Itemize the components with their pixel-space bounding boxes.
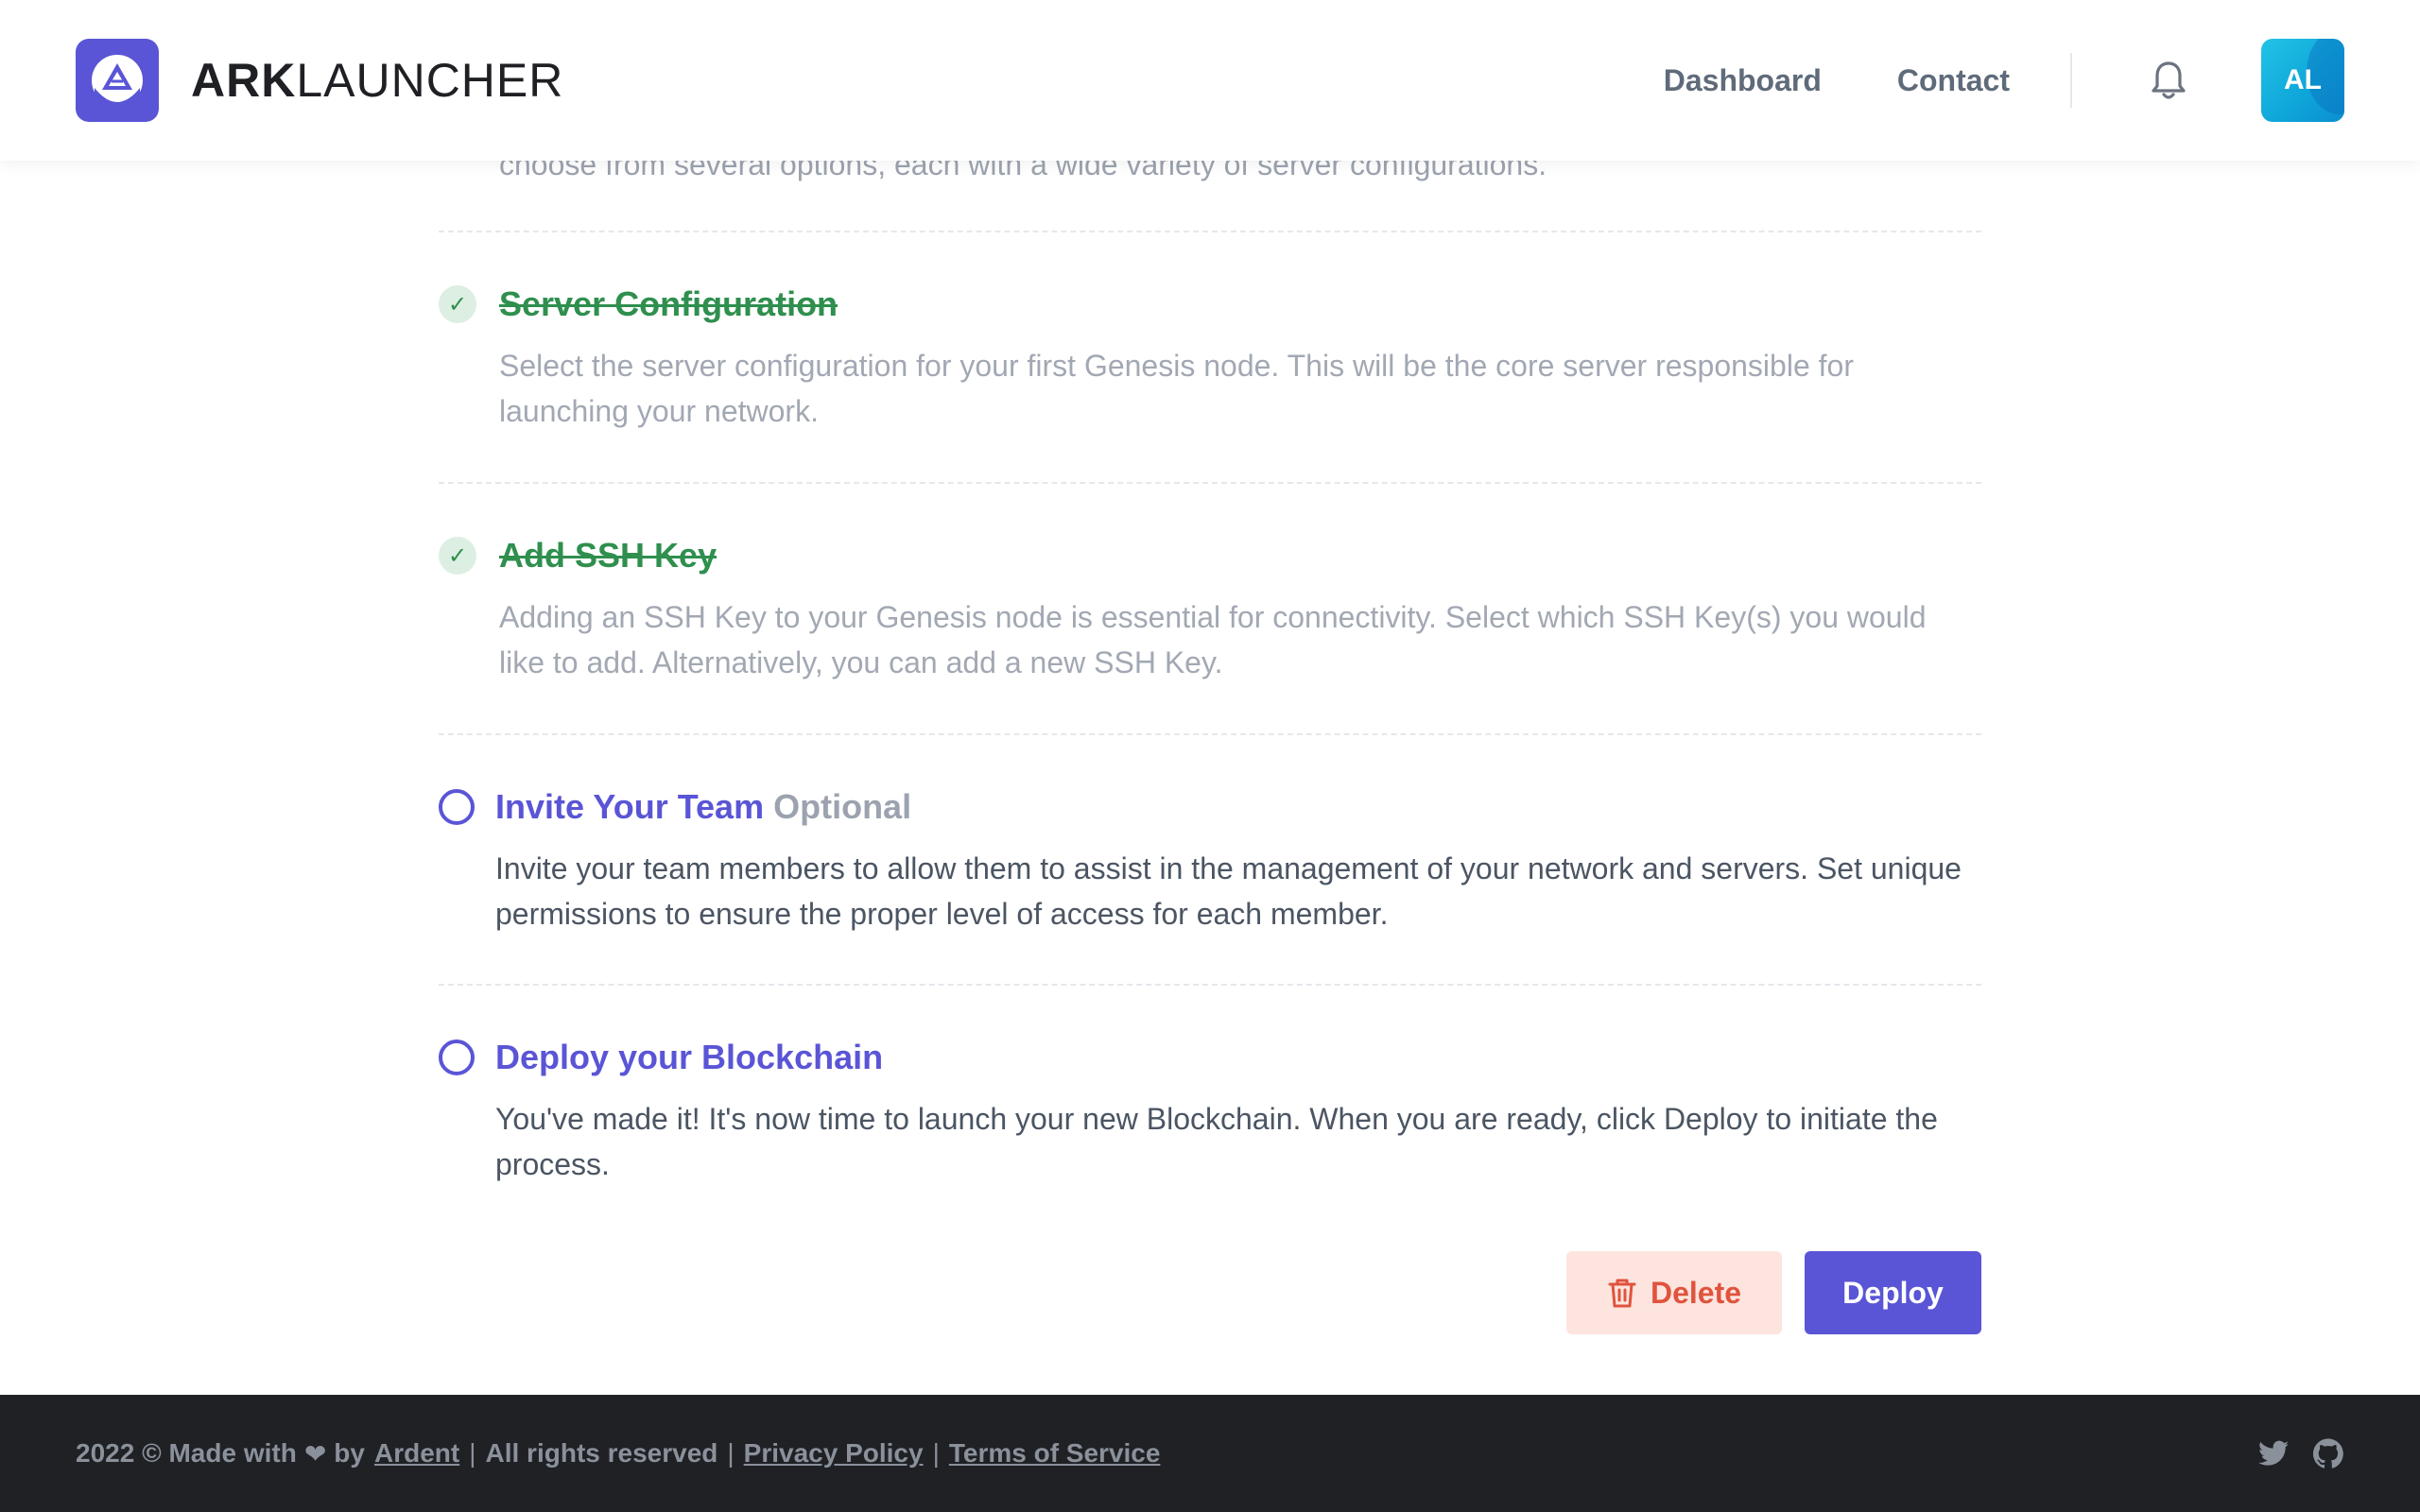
social-links xyxy=(2235,1437,2344,1469)
delete-button[interactable]: Delete xyxy=(1566,1251,1782,1334)
step-server-configuration: ✓ Server Configuration Select the server… xyxy=(439,282,1981,434)
by-text: by xyxy=(334,1438,365,1468)
rights-text: All rights reserved xyxy=(485,1438,718,1468)
step-description: You've made it! It's now time to launch … xyxy=(495,1102,1938,1181)
footer-separator: | xyxy=(727,1438,735,1468)
pending-circle-icon xyxy=(439,789,475,825)
copyright-text: 2022 © Made with xyxy=(76,1438,297,1468)
step-deploy-blockchain: Deploy your Blockchain You've made it! I… xyxy=(439,1035,1981,1187)
nav-dashboard[interactable]: Dashboard xyxy=(1664,63,1822,98)
twitter-icon[interactable] xyxy=(2257,1437,2290,1469)
privacy-policy-link[interactable]: Privacy Policy xyxy=(744,1438,924,1469)
check-icon: ✓ xyxy=(439,285,476,323)
top-navbar: ARKLAUNCHER Dashboard Contact AL xyxy=(0,0,2420,161)
github-icon[interactable] xyxy=(2312,1437,2344,1469)
step-title[interactable]: Deploy your Blockchain xyxy=(495,1038,883,1077)
pending-circle-icon xyxy=(439,1040,475,1075)
delete-label: Delete xyxy=(1650,1275,1742,1310)
avatar[interactable]: AL xyxy=(2261,39,2344,122)
bell-icon[interactable] xyxy=(2146,58,2191,103)
step-divider xyxy=(439,231,1981,232)
brand-light: LAUNCHER xyxy=(296,54,564,107)
deploy-button[interactable]: Deploy xyxy=(1805,1251,1981,1334)
nav-contact[interactable]: Contact xyxy=(1897,63,2010,98)
step-invite-team: Invite Your Team Optional Invite your te… xyxy=(439,784,1981,936)
nav-divider xyxy=(2070,53,2072,108)
avatar-initials: AL xyxy=(2284,64,2322,95)
trash-icon xyxy=(1607,1277,1637,1309)
step-divider xyxy=(439,984,1981,986)
step-description: Select the server configuration for your… xyxy=(499,349,1854,428)
step-description: Invite your team members to allow them t… xyxy=(495,851,1962,931)
brand-name[interactable]: ARKLAUNCHER xyxy=(191,53,563,108)
company-link[interactable]: Ardent xyxy=(374,1438,459,1469)
check-icon: ✓ xyxy=(439,537,476,575)
step-divider xyxy=(439,482,1981,484)
brand-bold: ARK xyxy=(191,54,297,107)
step-title[interactable]: Add SSH Key xyxy=(499,536,717,576)
footer-separator: | xyxy=(469,1438,476,1468)
heart-icon: ❤ xyxy=(303,1438,327,1469)
step-description: Adding an SSH Key to your Genesis node i… xyxy=(499,600,1927,679)
step-add-ssh-key: ✓ Add SSH Key Adding an SSH Key to your … xyxy=(439,533,1981,685)
action-buttons: Delete Deploy xyxy=(439,1251,1981,1334)
main-nav: Dashboard Contact AL xyxy=(1664,39,2344,122)
ark-logo-icon[interactable] xyxy=(76,39,159,122)
step-title[interactable]: Server Configuration xyxy=(499,284,838,324)
step-title[interactable]: Invite Your Team xyxy=(495,787,764,827)
terms-of-service-link[interactable]: Terms of Service xyxy=(949,1438,1161,1469)
step-divider xyxy=(439,733,1981,735)
footer-separator: | xyxy=(932,1438,940,1468)
optional-tag: Optional xyxy=(773,787,912,826)
footer: 2022 © Made with ❤ by Ardent | All right… xyxy=(0,1395,2420,1512)
